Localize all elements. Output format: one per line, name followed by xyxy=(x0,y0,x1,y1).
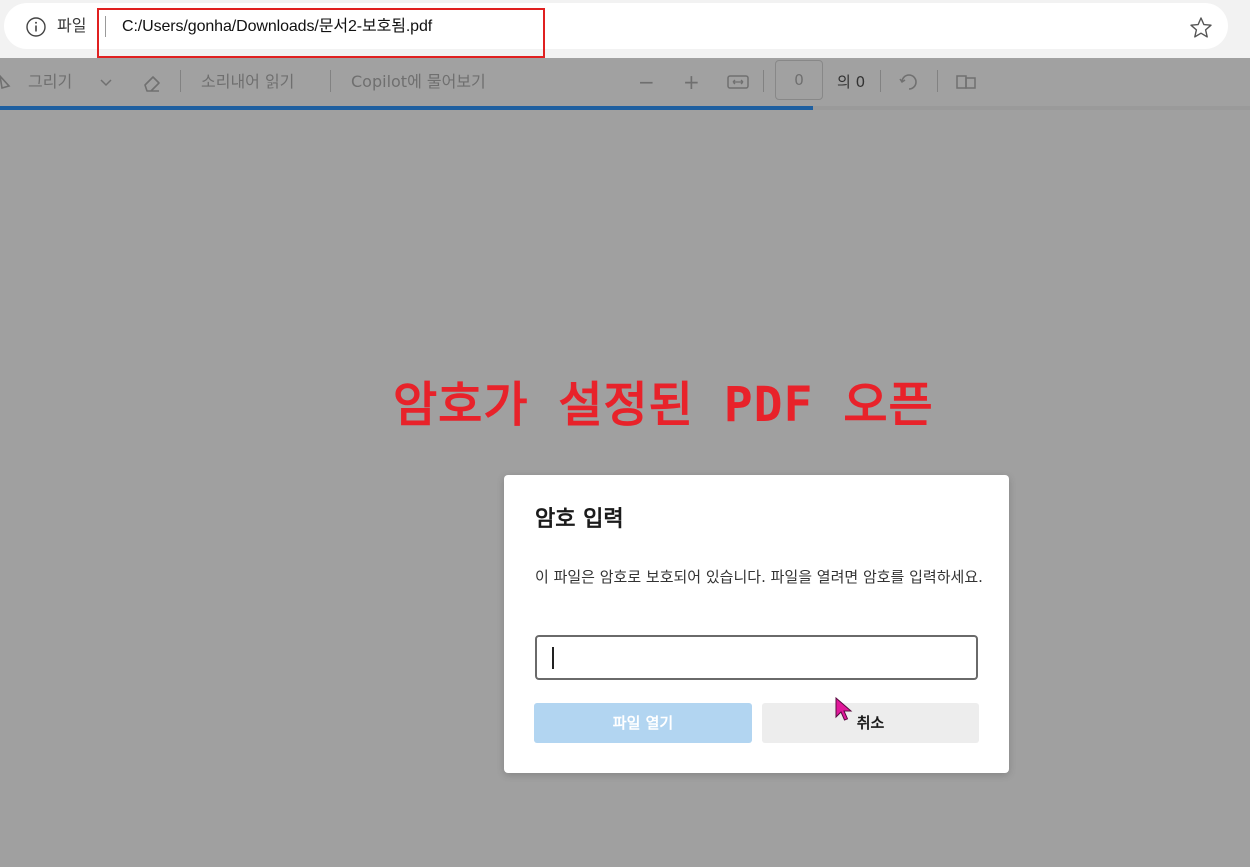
pdf-toolbar: 그리기 소리내어 읽기 Copilot에 물어보기 − + 0 의 0 xyxy=(0,58,1250,106)
zoom-out-button[interactable]: − xyxy=(638,70,655,94)
dialog-title: 암호 입력 xyxy=(535,507,624,532)
eraser-icon[interactable] xyxy=(140,70,164,101)
address-prefix: 파일 xyxy=(57,16,87,35)
info-icon[interactable] xyxy=(25,16,47,38)
draw-button[interactable]: 그리기 xyxy=(28,70,72,94)
toolbar-divider xyxy=(330,70,331,92)
load-progress-bar xyxy=(0,106,1250,110)
annotation-caption: 암호가 설정된 PDF 오픈 xyxy=(393,377,934,433)
open-file-button[interactable]: 파일 열기 xyxy=(534,703,752,743)
text-caret xyxy=(552,647,554,669)
draw-dropdown-chevron-icon[interactable] xyxy=(98,70,114,101)
load-progress-fill xyxy=(0,106,813,110)
toolbar-divider xyxy=(880,70,881,92)
copilot-button[interactable]: Copilot에 물어보기 xyxy=(351,70,486,94)
rotate-icon[interactable] xyxy=(897,70,921,101)
password-input[interactable] xyxy=(535,635,978,680)
mouse-cursor-icon xyxy=(835,697,853,721)
cancel-button[interactable]: 취소 xyxy=(762,703,979,743)
star-icon[interactable] xyxy=(1188,15,1214,41)
fit-page-icon[interactable] xyxy=(726,70,750,101)
page-number-input[interactable]: 0 xyxy=(775,60,823,100)
toolbar-divider xyxy=(937,70,938,92)
page-total: 의 0 xyxy=(837,73,866,91)
read-aloud-button[interactable]: 소리내어 읽기 xyxy=(201,70,294,94)
password-dialog: 암호 입력 이 파일은 암호로 보호되어 있습니다. 파일을 열려면 암호를 입… xyxy=(504,475,1009,773)
toolbar-divider xyxy=(763,70,764,92)
zoom-in-button[interactable]: + xyxy=(683,70,700,94)
browser-topbar: 파일 C:/Users/gonha/Downloads/문서2-보호됨.pdf xyxy=(0,0,1250,58)
dialog-message: 이 파일은 암호로 보호되어 있습니다. 파일을 열려면 암호를 입력하세요. xyxy=(535,568,983,586)
url-highlight-box xyxy=(97,8,545,58)
toolbar-divider xyxy=(180,70,181,92)
draw-icon[interactable] xyxy=(0,70,14,101)
page-view-icon[interactable] xyxy=(954,70,978,101)
